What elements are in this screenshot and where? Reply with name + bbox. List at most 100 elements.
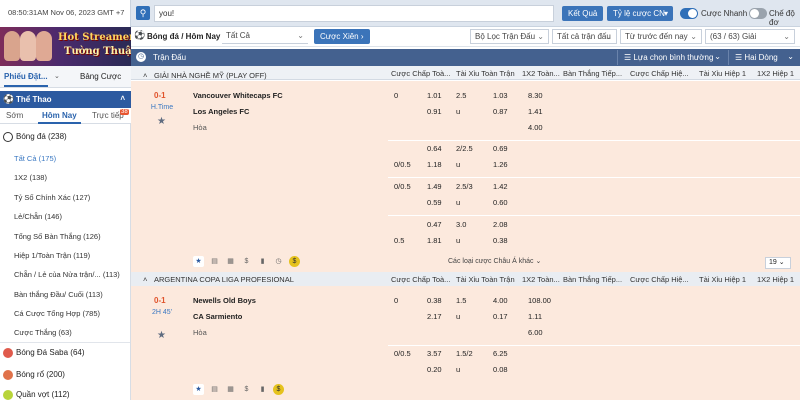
sidebar-item-1x2[interactable]: 1X2 (138): [0, 173, 131, 182]
chevron-down-icon: ⌄: [714, 52, 721, 61]
odds-cell[interactable]: 1.81: [427, 236, 442, 245]
tab-live[interactable]: Trực tiếp: [92, 111, 124, 120]
odds-cell[interactable]: 0.60: [493, 198, 508, 207]
sidebar-item-label: Bóng đá: [16, 132, 46, 141]
sidebar-item-outright[interactable]: Cược Thắng (63): [0, 328, 131, 337]
parlay-button[interactable]: Cược Xiên ›: [314, 29, 370, 44]
tab-bet-table[interactable]: Bảng Cược: [80, 72, 121, 81]
banner-subtitle: Tường Thuật: [64, 46, 131, 57]
col-over-under: Tài Xỉu Toàn Trận: [456, 275, 515, 284]
odds-cell[interactable]: 3.57: [427, 349, 442, 358]
favorite-star-icon[interactable]: ★: [157, 116, 166, 127]
sports-header[interactable]: ⚽ Thể Thao ˄: [0, 91, 131, 108]
odds-cell[interactable]: 1.42: [493, 182, 508, 191]
view-mode-select[interactable]: ☰ Hai Dòng ⌄: [728, 50, 798, 65]
odds-cell[interactable]: 0.38: [427, 296, 442, 305]
odds-cell[interactable]: 0.69: [493, 144, 508, 153]
odds-cell[interactable]: 0.08: [493, 365, 508, 374]
clock-icon[interactable]: ◷: [273, 256, 284, 267]
sidebar-item-half-odd-even[interactable]: Chẵn / Lẻ của Nửa trận/... (113): [0, 270, 131, 279]
chevron-down-icon: ⌄: [535, 258, 542, 265]
odds-cell[interactable]: 2.08: [493, 220, 508, 229]
star-icon[interactable]: ★: [193, 384, 204, 395]
chart-icon[interactable]: ▮: [257, 256, 268, 267]
tab-bet-slip[interactable]: Phiếu Đặt...: [4, 72, 48, 87]
sidebar-item-basketball[interactable]: Bóng rổ (200): [0, 370, 131, 380]
odds-cell[interactable]: 6.25: [493, 349, 508, 358]
odds-cell[interactable]: 0.87: [493, 107, 508, 116]
odds-cell[interactable]: 2.17: [427, 312, 442, 321]
tennis-ball-icon: [3, 390, 13, 400]
simple-mode-toggle[interactable]: [749, 8, 767, 19]
sidebar-item-ht-ft[interactable]: Hiệp 1/Toàn Trận (119): [0, 251, 131, 260]
odds-cell[interactable]: 1.49: [427, 182, 442, 191]
market-select[interactable]: Tất Cả ⌄: [222, 29, 308, 44]
selection-mode-select[interactable]: ☰ Lựa chọn bình thường ⌄: [617, 50, 725, 65]
score-board-icon[interactable]: ▦: [225, 256, 236, 267]
odds-cell[interactable]: 0.17: [493, 312, 508, 321]
odds-cell[interactable]: 0.38: [493, 236, 508, 245]
page-select[interactable]: 19 ⌄: [765, 257, 791, 269]
chart-icon[interactable]: ▮: [257, 384, 268, 395]
odds-cell[interactable]: 0.59: [427, 198, 442, 207]
odds-cell[interactable]: 1.11: [528, 312, 542, 321]
tab-early[interactable]: Sớm: [6, 111, 23, 120]
more-asian-bets-link[interactable]: Các loại cược Châu Á khác ⌄: [448, 257, 541, 265]
under-label: u: [456, 107, 461, 116]
col-handicap-1h: Cược Chấp Hiệ...: [630, 275, 689, 284]
sidebar-item-label: Bàn thắng Đầu/ Cuối: [14, 290, 84, 299]
star-icon[interactable]: ★: [193, 256, 204, 267]
odds-cell[interactable]: 1.03: [493, 91, 508, 100]
soccer-ball-icon: ⚽: [134, 30, 146, 40]
odds-cell[interactable]: 4.00: [493, 296, 508, 305]
sidebar-item-label: Cá Cược Tổng Hợp: [14, 309, 81, 318]
search-input[interactable]: [154, 5, 554, 22]
stats-icon[interactable]: ▤: [209, 384, 220, 395]
odds-cell[interactable]: 1.41: [528, 107, 543, 116]
sidebar-item-first-last-goal[interactable]: Bàn thắng Đầu/ Cuối (113): [0, 290, 131, 299]
league-row[interactable]: ˄ ARGENTINA COPA LIGA PROFESIONAL Cược C…: [131, 272, 800, 286]
odds-cell[interactable]: 8.30: [528, 91, 543, 100]
chevron-down-icon[interactable]: ⌄: [54, 72, 60, 80]
sort-select[interactable]: Từ trước đến nay ⌄: [620, 29, 702, 44]
sidebar-item-tennis[interactable]: Quần vợt (112): [0, 390, 131, 400]
all-matches-select[interactable]: Tất cả trận đấu ⌄: [552, 29, 617, 44]
league-row[interactable]: ˄ GIẢI NHÀ NGHỀ MỸ (PLAY OFF): [131, 68, 800, 82]
sidebar-item-odd-even[interactable]: Lẻ/Chẵn (146): [0, 212, 131, 221]
odds-cell[interactable]: 4.00: [528, 123, 543, 132]
odds-cell[interactable]: 0.20: [427, 365, 442, 374]
odds-type-button[interactable]: Tỷ lệ cược CN ▾: [607, 6, 673, 21]
match-header-label: Trận Đấu: [153, 53, 187, 62]
search-icon[interactable]: ⚲: [136, 6, 150, 20]
tab-today[interactable]: Hôm Nay: [38, 111, 81, 124]
fast-bet-toggle[interactable]: [680, 8, 698, 19]
sidebar-item-mix-parlay[interactable]: Cá Cược Tổng Hợp (785): [0, 309, 131, 318]
odds-cell[interactable]: 0.91: [427, 107, 442, 116]
sidebar-item-all[interactable]: Tất Cả (175): [0, 154, 131, 163]
handicap-line: 0: [394, 91, 399, 100]
hot-streamer-banner[interactable]: Hot Streamer Tường Thuật: [0, 27, 131, 66]
odds-cell[interactable]: 6.00: [528, 328, 543, 337]
match-status: 2H 45': [151, 309, 172, 316]
odds-cell[interactable]: 0.47: [427, 220, 442, 229]
odds-cell[interactable]: 1.01: [427, 91, 442, 100]
dollar-icon[interactable]: $: [241, 256, 252, 267]
coin-icon[interactable]: $: [273, 384, 284, 395]
odds-cell[interactable]: 0.64: [427, 144, 442, 153]
match-filter-select[interactable]: Bộ Lọc Trận Đấu ⌄: [470, 29, 549, 44]
sidebar-item-saba[interactable]: Bóng Đá Saba (64): [0, 348, 131, 358]
odds-cell[interactable]: 1.18: [427, 160, 442, 169]
stats-icon[interactable]: ▤: [209, 256, 220, 267]
sidebar-item-correct-score[interactable]: Tỷ Số Chính Xác (127): [0, 193, 131, 202]
favorite-star-icon[interactable]: ★: [157, 330, 166, 341]
dollar-icon[interactable]: $: [241, 384, 252, 395]
col-next-goal: Bàn Thắng Tiếp...: [563, 275, 623, 284]
coin-icon[interactable]: $: [289, 256, 300, 267]
odds-cell[interactable]: 1.26: [493, 160, 508, 169]
score-board-icon[interactable]: ▦: [225, 384, 236, 395]
sidebar-item-total-goals[interactable]: Tổng Số Bàn Thắng (126): [0, 232, 131, 241]
league-count-select[interactable]: (63 / 63) Giải ⌄: [705, 29, 795, 44]
sidebar-item-football[interactable]: Bóng đá (238): [0, 132, 131, 142]
odds-cell[interactable]: 108.00: [528, 296, 551, 305]
result-button[interactable]: Kết Quả: [562, 6, 604, 21]
